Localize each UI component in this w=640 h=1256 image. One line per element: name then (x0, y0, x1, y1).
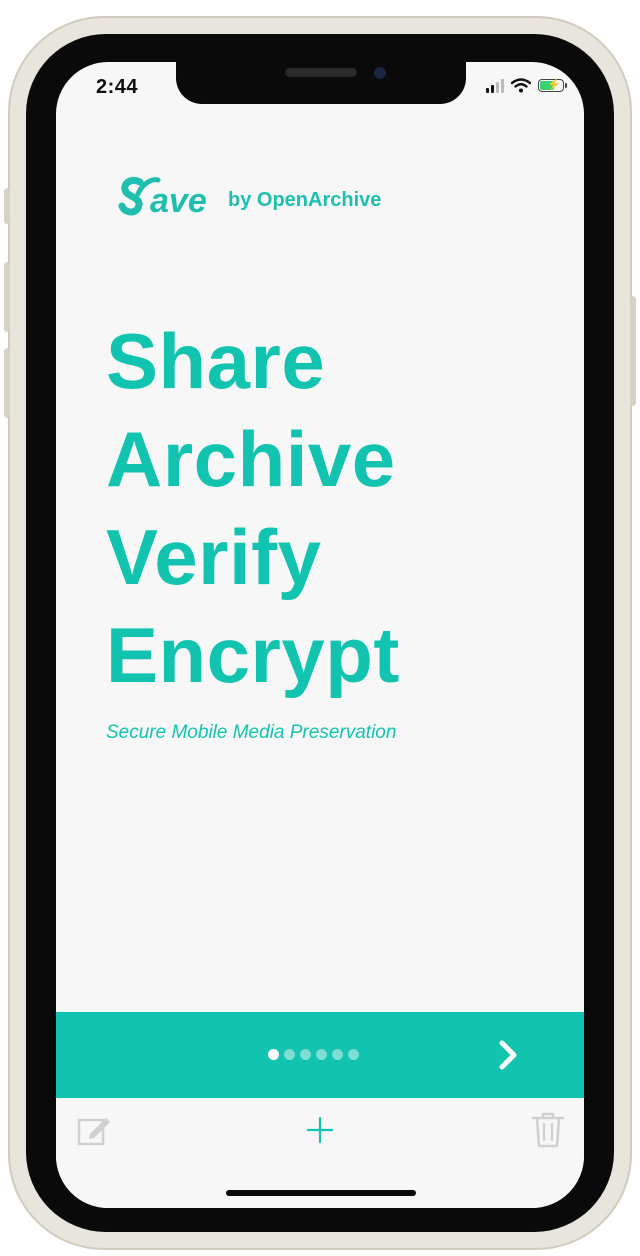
next-page-button[interactable] (488, 1035, 528, 1075)
page-dot[interactable] (316, 1049, 327, 1060)
battery-charging-icon: ⚡ (538, 79, 567, 92)
device-notch (176, 62, 466, 104)
page-dot[interactable] (348, 1049, 359, 1060)
save-logo-icon: ave (118, 177, 207, 218)
edit-icon[interactable] (76, 1112, 112, 1148)
app-screen: 2:44 ⚡ ave by OpenArchive Share Archive … (56, 62, 584, 1208)
page-dot[interactable] (300, 1049, 311, 1060)
trash-icon[interactable] (530, 1110, 566, 1150)
onboarding-pager-bar (56, 1012, 584, 1098)
plus-icon[interactable] (302, 1112, 338, 1148)
hero-headline: Share Archive Verify Encrypt (106, 312, 400, 704)
status-time: 2:44 (96, 76, 139, 98)
logo-byline: by OpenArchive (228, 189, 382, 211)
hero-tagline: Secure Mobile Media Preservation (106, 722, 397, 743)
page-dot[interactable] (332, 1049, 343, 1060)
hero-word-encrypt: Encrypt (106, 611, 400, 699)
app-logo: ave by OpenArchive (118, 174, 381, 218)
hero-word-share: Share (106, 317, 326, 405)
wifi-icon (511, 78, 531, 93)
page-dot[interactable] (284, 1049, 295, 1060)
chevron-right-icon (499, 1040, 517, 1070)
svg-text:ave: ave (150, 182, 207, 218)
device-power-button (630, 296, 636, 406)
page-indicator (268, 1049, 359, 1060)
cellular-signal-icon (486, 78, 504, 93)
page-dot[interactable] (268, 1049, 279, 1060)
earpiece-speaker (285, 68, 357, 77)
device-volume-up-button (4, 262, 10, 332)
hero-word-archive: Archive (106, 415, 396, 503)
device-volume-down-button (4, 348, 10, 418)
status-icons: ⚡ (486, 78, 567, 93)
front-camera (374, 67, 386, 79)
device-silent-switch (4, 188, 10, 224)
hero-word-verify: Verify (106, 513, 322, 601)
home-indicator[interactable] (226, 1190, 416, 1196)
